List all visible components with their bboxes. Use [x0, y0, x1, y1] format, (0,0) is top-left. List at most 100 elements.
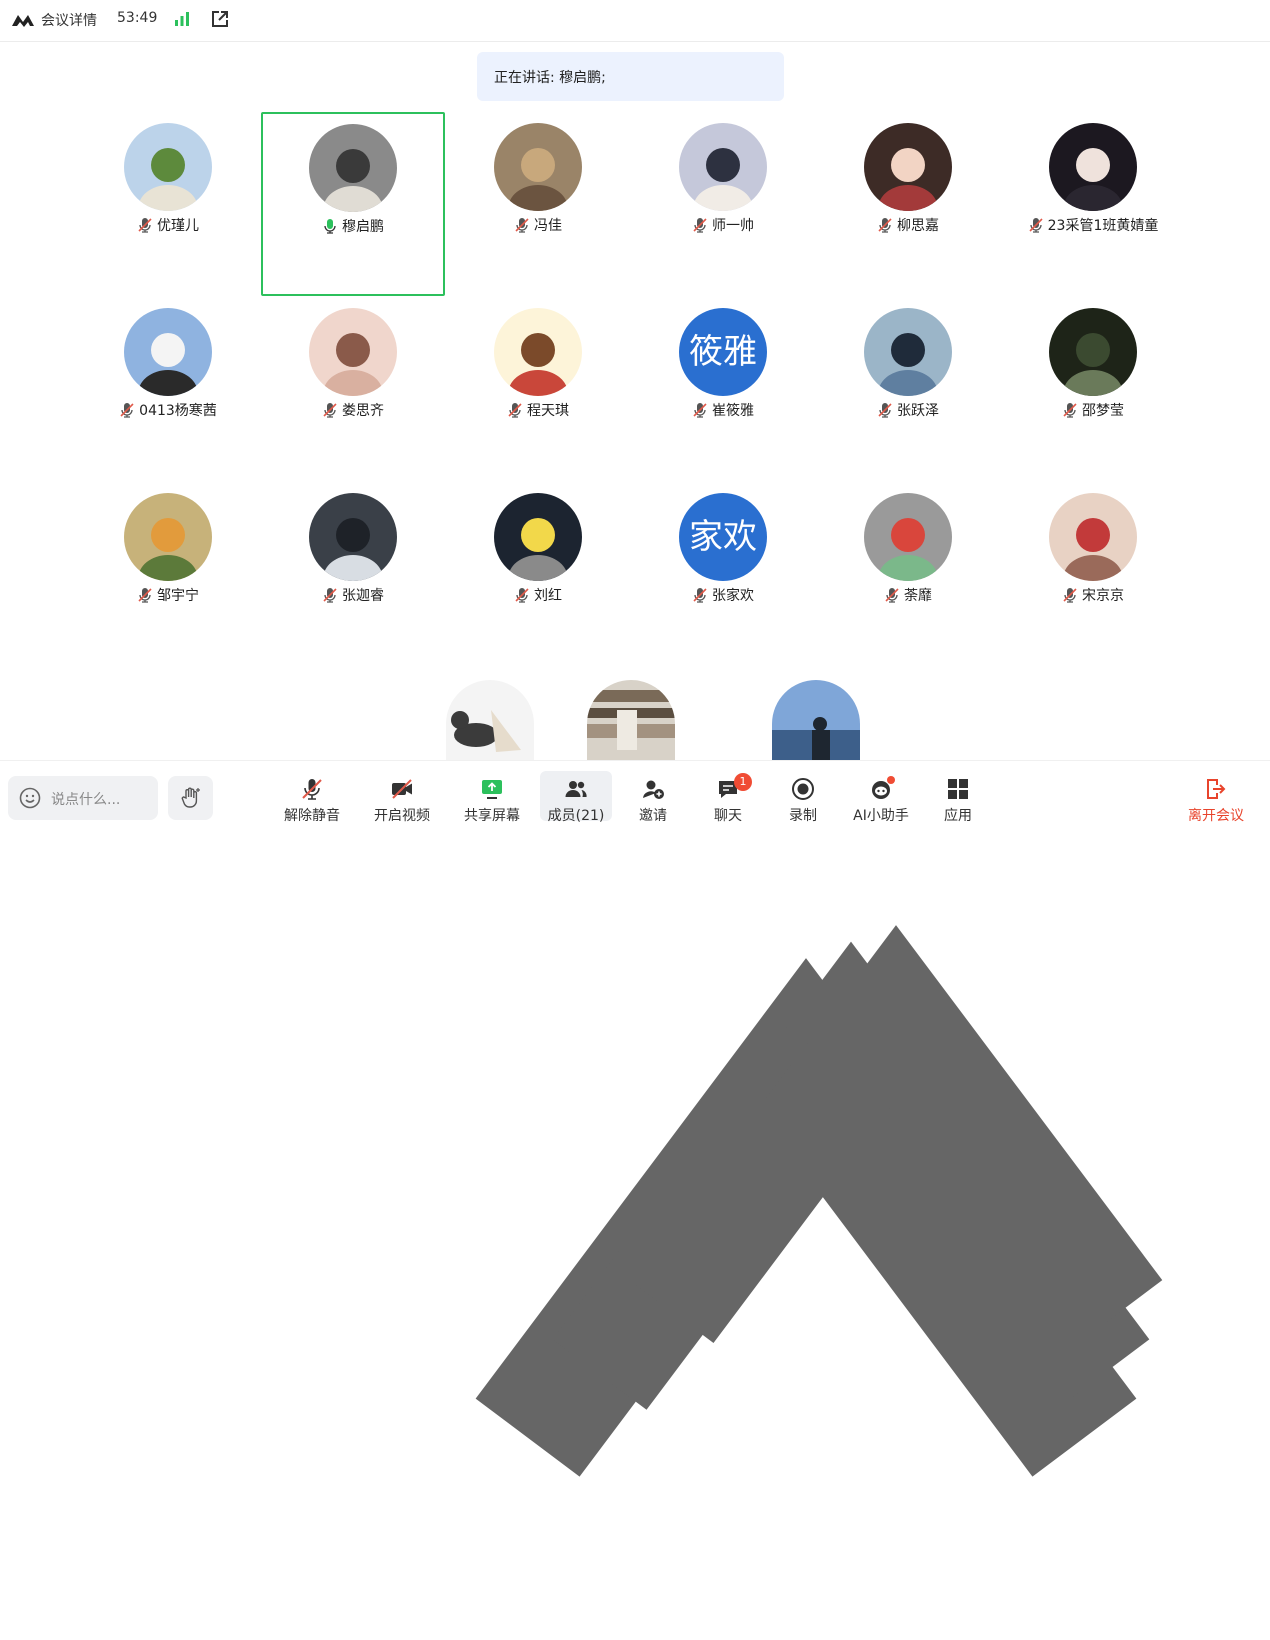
- mic-muted-icon: [1063, 588, 1077, 603]
- participant-label: 娄思齐: [261, 400, 445, 420]
- participant-tile[interactable]: 筱雅崔筱雅: [631, 296, 815, 480]
- participant-tile[interactable]: 刘红: [446, 481, 630, 665]
- avatar[interactable]: [124, 123, 212, 211]
- meeting-timer: 53:49: [117, 10, 158, 26]
- share-screen-button[interactable]: 共享屏幕: [456, 771, 528, 824]
- avatar[interactable]: [679, 123, 767, 211]
- avatar[interactable]: [494, 123, 582, 211]
- share-screen-icon: [482, 780, 502, 799]
- participant-tile[interactable]: 柳思嘉: [816, 111, 1000, 295]
- participant-name: 师一帅: [712, 218, 754, 234]
- signal-strength-icon[interactable]: [174, 11, 190, 27]
- participant-name: 张迦睿: [342, 588, 384, 604]
- popout-window-icon[interactable]: [210, 9, 230, 29]
- participant-tile[interactable]: 冯佳: [446, 111, 630, 295]
- camera-off-icon: [392, 779, 412, 799]
- add-user-icon: [643, 780, 664, 799]
- participant-tile[interactable]: 张跃泽: [816, 296, 1000, 480]
- participant-label: 邹宇宁: [76, 585, 260, 605]
- avatar[interactable]: [864, 493, 952, 581]
- participant-name: 崔筱雅: [712, 403, 754, 419]
- record-button[interactable]: 录制: [767, 771, 839, 824]
- meeting-details-link[interactable]: 会议详情: [41, 10, 97, 30]
- participant-label: 程天琪: [446, 400, 630, 420]
- participant-label: 崔筱雅: [631, 400, 815, 420]
- members-icon: [565, 781, 587, 797]
- participant-tile[interactable]: 家欢张家欢: [631, 481, 815, 665]
- avatar[interactable]: [309, 308, 397, 396]
- members-button[interactable]: 成员(21): [540, 771, 612, 824]
- chat-placeholder: 说点什么...: [51, 792, 121, 808]
- mic-muted-icon: [302, 779, 322, 800]
- avatar[interactable]: [864, 123, 952, 211]
- participant-label: 张家欢: [631, 585, 815, 605]
- avatar[interactable]: [1049, 308, 1137, 396]
- participant-tile[interactable]: 23采管1班黄婧童: [1001, 111, 1185, 295]
- participant-tile[interactable]: 优瑾儿: [76, 111, 260, 295]
- participant-label: 优瑾儿: [76, 215, 260, 235]
- members-label: 成员(21): [547, 808, 605, 824]
- ai-assistant-button[interactable]: AI小助手: [845, 771, 917, 824]
- unmute-button[interactable]: 解除静音: [276, 771, 348, 824]
- participant-label: 张跃泽: [816, 400, 1000, 420]
- participant-name: 邹宇宁: [157, 588, 199, 604]
- avatar[interactable]: [587, 680, 675, 760]
- mic-muted-icon: [323, 403, 337, 418]
- chevron-up-icon[interactable]: [522, 788, 1270, 1536]
- avatar[interactable]: [309, 124, 397, 212]
- participant-name: 张跃泽: [897, 403, 939, 419]
- chat-button[interactable]: 1 聊天: [692, 771, 764, 824]
- participant-tile[interactable]: 张迦睿: [261, 481, 445, 665]
- avatar[interactable]: [494, 308, 582, 396]
- participant-tile[interactable]: 宋京京: [1001, 481, 1185, 665]
- participant-tile[interactable]: 0413杨寒茜: [76, 296, 260, 480]
- participant-name: 程天琪: [527, 403, 569, 419]
- invite-button[interactable]: 邀请: [617, 771, 689, 824]
- raise-hand-icon: [181, 787, 200, 808]
- apps-button[interactable]: 应用: [922, 771, 994, 824]
- avatar[interactable]: [124, 308, 212, 396]
- participant-tile[interactable]: 师一帅: [631, 111, 815, 295]
- avatar[interactable]: [309, 493, 397, 581]
- participant-label: 荼靡: [816, 585, 1000, 605]
- participant-name: 0413杨寒茜: [139, 403, 217, 419]
- participant-label: 冯佳: [446, 215, 630, 235]
- participant-name: 宋京京: [1082, 588, 1124, 604]
- avatar[interactable]: [494, 493, 582, 581]
- record-label: 录制: [789, 808, 817, 824]
- participant-name: 荼靡: [904, 588, 932, 604]
- mic-muted-icon: [1029, 218, 1043, 233]
- avatar[interactable]: [772, 680, 860, 760]
- avatar[interactable]: [1049, 493, 1137, 581]
- ai-label: AI小助手: [853, 808, 909, 824]
- mic-muted-icon: [878, 403, 892, 418]
- participant-name: 冯佳: [534, 218, 562, 234]
- emoji-icon[interactable]: [19, 787, 41, 809]
- avatar[interactable]: 筱雅: [679, 308, 767, 396]
- participant-name: 优瑾儿: [157, 218, 199, 234]
- participant-tile[interactable]: 邹宇宁: [76, 481, 260, 665]
- chat-input[interactable]: 说点什么...: [8, 776, 158, 820]
- chat-label: 聊天: [714, 808, 742, 824]
- participant-label: 0413杨寒茜: [76, 400, 260, 420]
- avatar[interactable]: 家欢: [679, 493, 767, 581]
- participant-tile[interactable]: 娄思齐: [261, 296, 445, 480]
- avatar[interactable]: [124, 493, 212, 581]
- participant-name: 张家欢: [712, 588, 754, 604]
- avatar[interactable]: [1049, 123, 1137, 211]
- participant-name: 邵梦莹: [1082, 403, 1124, 419]
- participant-name: 刘红: [534, 588, 562, 604]
- leave-meeting-button[interactable]: 离开会议: [1180, 771, 1252, 824]
- avatar[interactable]: [446, 680, 534, 760]
- avatar[interactable]: [864, 308, 952, 396]
- participant-tile[interactable]: 邵梦莹: [1001, 296, 1185, 480]
- participant-tile[interactable]: 荼靡: [816, 481, 1000, 665]
- raise-hand-button[interactable]: [168, 776, 213, 820]
- participant-name: 穆启鹏: [342, 219, 384, 235]
- participant-tile[interactable]: 程天琪: [446, 296, 630, 480]
- mic-muted-icon: [878, 218, 892, 233]
- participant-label: 师一帅: [631, 215, 815, 235]
- start-video-button[interactable]: 开启视频: [366, 771, 438, 824]
- mic-muted-icon: [138, 218, 152, 233]
- participant-tile[interactable]: 穆启鹏: [261, 112, 445, 296]
